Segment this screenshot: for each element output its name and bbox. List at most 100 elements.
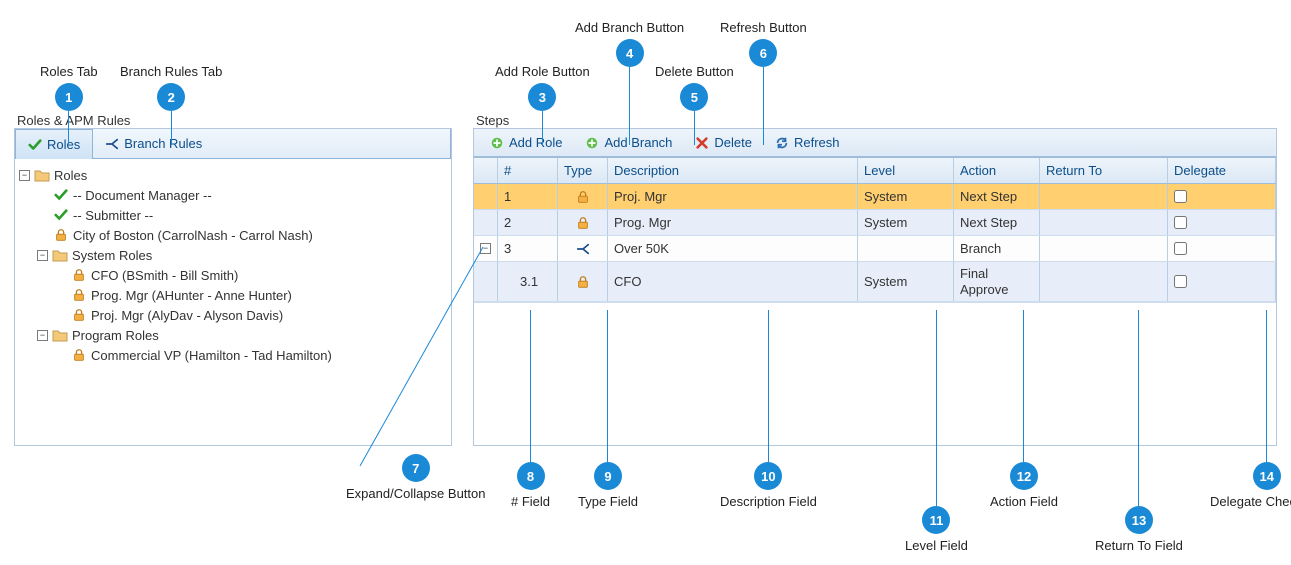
row-description: Prog. Mgr [608, 210, 858, 235]
roles-panel: Roles & APM Rules Roles Branch Rules − R… [14, 128, 452, 446]
row-delegate[interactable] [1168, 184, 1276, 209]
check-icon [53, 187, 69, 203]
tree-label: -- Submitter -- [73, 208, 153, 223]
delegate-checkbox[interactable] [1174, 275, 1187, 288]
row-action: Final Approve [954, 262, 1040, 301]
callout-label: Description Field [720, 494, 817, 509]
delegate-checkbox[interactable] [1174, 190, 1187, 203]
callout-label: Expand/Collapse Button [346, 486, 485, 501]
callout-label: Refresh Button [720, 20, 807, 35]
row-num: 1 [498, 184, 558, 209]
table-row[interactable]: 1 Proj. MgrSystemNext Step [474, 184, 1276, 210]
lock-icon [71, 347, 87, 363]
row-delegate[interactable] [1168, 210, 1276, 235]
tree-folder-program[interactable]: − Program Roles [19, 325, 447, 345]
lock-icon [558, 184, 608, 209]
row-description: CFO [608, 262, 858, 301]
tree-label: CFO (BSmith - Bill Smith) [91, 268, 238, 283]
row-num: 2 [498, 210, 558, 235]
steps-grid: # Type Description Level Action Return T… [474, 157, 1276, 303]
collapse-icon[interactable]: − [480, 243, 491, 254]
callout-label: Branch Rules Tab [120, 64, 222, 79]
col-delegate-header[interactable]: Delegate [1168, 158, 1276, 183]
table-row[interactable]: −3 Over 50K Branch [474, 236, 1276, 262]
callout-bubble-5: 5 [680, 83, 708, 111]
row-delegate[interactable] [1168, 236, 1276, 261]
row-description: Proj. Mgr [608, 184, 858, 209]
tree-label: Commercial VP (Hamilton - Tad Hamilton) [91, 348, 332, 363]
grid-body: 1 Proj. MgrSystemNext Step 2 Prog. MgrSyste… [474, 184, 1276, 302]
tree-root[interactable]: − Roles [19, 165, 447, 185]
tree-item[interactable]: City of Boston (CarrolNash - Carrol Nash… [19, 225, 447, 245]
callout-bubble-9: 9 [594, 462, 622, 490]
lock-icon [558, 210, 608, 235]
tree-folder-system[interactable]: − System Roles [19, 245, 447, 265]
callout-label: # Field [511, 494, 550, 509]
row-expand-cell [474, 210, 498, 235]
branch-icon [105, 137, 119, 151]
col-level-header[interactable]: Level [858, 158, 954, 183]
tree-label: System Roles [72, 248, 152, 263]
callout-bubble-7: 7 [402, 454, 430, 482]
col-num-header[interactable]: # [498, 158, 558, 183]
delegate-checkbox[interactable] [1174, 216, 1187, 229]
tree-item[interactable]: -- Document Manager -- [19, 185, 447, 205]
collapse-icon[interactable]: − [19, 170, 30, 181]
callout-bubble-4: 4 [616, 39, 644, 67]
row-action: Branch [954, 236, 1040, 261]
callout-bubble-10: 10 [754, 462, 782, 490]
callout-bubble-11: 11 [922, 506, 950, 534]
callout-bubble-14: 14 [1253, 462, 1281, 490]
tree-item[interactable]: -- Submitter -- [19, 205, 447, 225]
row-delegate[interactable] [1168, 262, 1276, 301]
callout-bubble-2: 2 [157, 83, 185, 111]
roles-tree: − Roles -- Document Manager -- -- Submit… [15, 159, 451, 371]
tree-item[interactable]: Commercial VP (Hamilton - Tad Hamilton) [19, 345, 447, 365]
lock-icon [558, 262, 608, 301]
row-action: Next Step [954, 210, 1040, 235]
folder-icon [52, 247, 68, 263]
row-level: System [858, 184, 954, 209]
callout-bubble-1: 1 [55, 83, 83, 111]
row-level: System [858, 210, 954, 235]
callout-label: Add Branch Button [575, 20, 684, 35]
tree-label: Program Roles [72, 328, 159, 343]
table-row[interactable]: 2 Prog. MgrSystemNext Step [474, 210, 1276, 236]
tree-label: Roles [54, 168, 87, 183]
callout-label: Type Field [578, 494, 638, 509]
col-type-header[interactable]: Type [558, 158, 608, 183]
row-expand-cell [474, 184, 498, 209]
row-action: Next Step [954, 184, 1040, 209]
col-action-header[interactable]: Action [954, 158, 1040, 183]
tree-item[interactable]: Prog. Mgr (AHunter - Anne Hunter) [19, 285, 447, 305]
callout-bubble-3: 3 [528, 83, 556, 111]
delegate-checkbox[interactable] [1174, 242, 1187, 255]
table-row[interactable]: 3.1CFOSystemFinal Approve [474, 262, 1276, 302]
callout-bubble-6: 6 [749, 39, 777, 67]
tree-label: City of Boston (CarrolNash - Carrol Nash… [73, 228, 313, 243]
tree-label: -- Document Manager -- [73, 188, 212, 203]
folder-icon [34, 167, 50, 183]
callout-label: Level Field [905, 538, 968, 553]
collapse-icon[interactable]: − [37, 250, 48, 261]
col-expand [474, 158, 498, 183]
tree-item[interactable]: Proj. Mgr (AlyDav - Alyson Davis) [19, 305, 447, 325]
row-description: Over 50K [608, 236, 858, 261]
row-expand-cell [474, 262, 498, 301]
tree-label: Prog. Mgr (AHunter - Anne Hunter) [91, 288, 292, 303]
tree-item[interactable]: CFO (BSmith - Bill Smith) [19, 265, 447, 285]
row-return [1040, 236, 1168, 261]
callout-label: Action Field [990, 494, 1058, 509]
col-return-header[interactable]: Return To [1040, 158, 1168, 183]
callout-label: Roles Tab [40, 64, 98, 79]
check-icon [53, 207, 69, 223]
collapse-icon[interactable]: − [37, 330, 48, 341]
row-expand-cell[interactable]: − [474, 236, 498, 261]
row-level [858, 236, 954, 261]
callout-bubble-12: 12 [1010, 462, 1038, 490]
row-num: 3 [498, 236, 558, 261]
callout-bubble-13: 13 [1125, 506, 1153, 534]
col-desc-header[interactable]: Description [608, 158, 858, 183]
row-return [1040, 210, 1168, 235]
lock-icon [71, 267, 87, 283]
